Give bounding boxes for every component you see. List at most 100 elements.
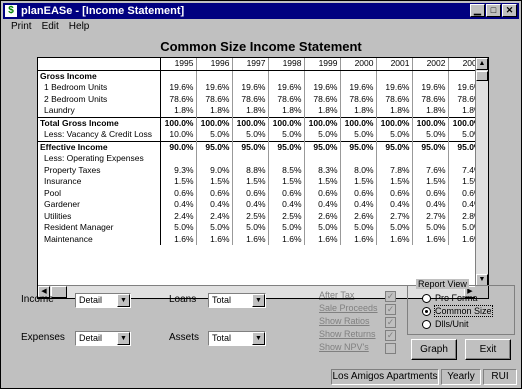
table-row[interactable]: 2 Bedroom Units 78.6% 78.6% 78.6% 78.6% 78.6%…: [38, 93, 485, 105]
option-checkbox[interactable]: ✓: [385, 304, 396, 315]
table-cell[interactable]: 19.6%: [340, 82, 377, 94]
table-cell[interactable]: [160, 153, 197, 165]
table-cell[interactable]: 1.8%: [376, 105, 413, 117]
table-cell[interactable]: 5.0%: [196, 222, 233, 234]
table-cell[interactable]: [376, 70, 413, 82]
table-cell[interactable]: 0.4%: [304, 199, 341, 211]
vertical-scrollbar[interactable]: ▲ ▼: [475, 58, 488, 286]
table-cell[interactable]: 1.8%: [412, 105, 449, 117]
table-cell[interactable]: 0.6%: [160, 187, 197, 199]
table-cell[interactable]: 5.0%: [268, 222, 305, 234]
menu-help[interactable]: Help: [64, 20, 95, 34]
table-cell[interactable]: [196, 70, 233, 82]
table-cell[interactable]: 0.6%: [412, 187, 449, 199]
table-cell[interactable]: 5.0%: [340, 129, 377, 141]
table-cell[interactable]: 1.8%: [340, 105, 377, 117]
table-row[interactable]: Property Taxes 9.3% 9.0% 8.8% 8.5% 8.3% 8.0% 7.…: [38, 164, 485, 176]
scroll-up-icon[interactable]: ▲: [476, 58, 488, 70]
table-cell[interactable]: 100.0%: [160, 116, 197, 129]
table-cell[interactable]: 1.6%: [412, 233, 449, 245]
table-cell[interactable]: 8.8%: [232, 164, 269, 176]
minimize-button[interactable]: ▁: [470, 4, 485, 17]
report-view-radio[interactable]: Pro Forma: [422, 293, 478, 303]
radio-dot-icon[interactable]: [422, 319, 431, 329]
table-cell[interactable]: 2.4%: [196, 210, 233, 222]
table-cell[interactable]: [232, 70, 269, 82]
table-row[interactable]: Utilities 2.4% 2.4% 2.5% 2.5% 2.6% 2.6% 2.7% 2.7…: [38, 210, 485, 222]
table-cell[interactable]: 0.6%: [268, 187, 305, 199]
chevron-down-icon[interactable]: ▼: [252, 332, 265, 345]
menu-edit[interactable]: Edit: [37, 20, 64, 34]
table-cell[interactable]: [304, 70, 341, 82]
assets-select[interactable]: Total ▼: [208, 331, 266, 346]
table-cell[interactable]: 1.8%: [304, 105, 341, 117]
maximize-button[interactable]: □: [486, 4, 501, 17]
table-cell[interactable]: 5.0%: [376, 129, 413, 141]
option-checkbox[interactable]: [385, 343, 396, 354]
table-cell[interactable]: 2.4%: [160, 210, 197, 222]
table-cell[interactable]: 1.6%: [196, 233, 233, 245]
table-cell[interactable]: 1.5%: [340, 176, 377, 188]
table-cell[interactable]: [268, 153, 305, 165]
option-checkbox[interactable]: ✓: [385, 317, 396, 328]
table-cell[interactable]: 1.5%: [376, 176, 413, 188]
table-cell[interactable]: 2.5%: [232, 210, 269, 222]
table-cell[interactable]: 100.0%: [412, 116, 449, 129]
chevron-down-icon[interactable]: ▼: [252, 294, 265, 307]
table-row[interactable]: Total Gross Income 100.0% 100.0% 100.0% 100.…: [38, 116, 485, 129]
table-cell[interactable]: 10.0%: [160, 129, 197, 141]
table-cell[interactable]: 2.6%: [304, 210, 341, 222]
app-icon[interactable]: $: [5, 5, 17, 17]
report-view-radio[interactable]: Dlls/Unit: [422, 319, 469, 329]
chevron-down-icon[interactable]: ▼: [117, 332, 130, 345]
table-cell[interactable]: 95.0%: [376, 140, 413, 153]
table-cell[interactable]: 0.6%: [376, 187, 413, 199]
table-cell[interactable]: 95.0%: [196, 140, 233, 153]
table-cell[interactable]: 0.6%: [340, 187, 377, 199]
table-cell[interactable]: 7.8%: [376, 164, 413, 176]
exit-button[interactable]: Exit: [465, 339, 511, 360]
table-cell[interactable]: 100.0%: [232, 116, 269, 129]
table-cell[interactable]: 1.8%: [232, 105, 269, 117]
expenses-select[interactable]: Detail ▼: [75, 331, 131, 346]
table-cell[interactable]: [268, 70, 305, 82]
table-cell[interactable]: 19.6%: [160, 82, 197, 94]
table-cell[interactable]: [232, 153, 269, 165]
loans-select[interactable]: Total ▼: [208, 293, 266, 308]
table-cell[interactable]: [412, 153, 449, 165]
table-row[interactable]: Gardener 0.4% 0.4% 0.4% 0.4% 0.4% 0.4% 0.4% 0.4%…: [38, 199, 485, 211]
table-cell[interactable]: 78.6%: [268, 93, 305, 105]
table-cell[interactable]: 2.6%: [340, 210, 377, 222]
table-row[interactable]: Gross Income: [38, 70, 485, 82]
table-cell[interactable]: 5.0%: [268, 129, 305, 141]
table-cell[interactable]: 0.4%: [160, 199, 197, 211]
table-cell[interactable]: 95.0%: [268, 140, 305, 153]
table-cell[interactable]: 1.6%: [268, 233, 305, 245]
table-cell[interactable]: 19.6%: [196, 82, 233, 94]
table-cell[interactable]: 5.0%: [340, 222, 377, 234]
table-cell[interactable]: 1.5%: [232, 176, 269, 188]
table-cell[interactable]: 1.5%: [196, 176, 233, 188]
table-cell[interactable]: 100.0%: [376, 116, 413, 129]
table-cell[interactable]: 95.0%: [340, 140, 377, 153]
table-cell[interactable]: 5.0%: [160, 222, 197, 234]
radio-dot-icon[interactable]: [422, 293, 431, 303]
table-cell[interactable]: 9.0%: [196, 164, 233, 176]
table-row[interactable]: Less: Vacancy & Credit Loss 10.0% 5.0% 5.0%…: [38, 129, 485, 141]
table-cell[interactable]: 100.0%: [268, 116, 305, 129]
table-cell[interactable]: [376, 153, 413, 165]
table-cell[interactable]: [160, 70, 197, 82]
menu-print[interactable]: Print: [3, 20, 37, 34]
table-cell[interactable]: 1.5%: [268, 176, 305, 188]
table-cell[interactable]: 2.7%: [412, 210, 449, 222]
table-cell[interactable]: 78.6%: [340, 93, 377, 105]
table-row[interactable]: Insurance 1.5% 1.5% 1.5% 1.5% 1.5% 1.5% 1.5% 1.5…: [38, 176, 485, 188]
table-cell[interactable]: 9.3%: [160, 164, 197, 176]
table-row[interactable]: Effective Income 90.0% 95.0% 95.0% 95.0% 95.0…: [38, 140, 485, 153]
table-cell[interactable]: 1.8%: [268, 105, 305, 117]
table-cell[interactable]: 0.4%: [268, 199, 305, 211]
table-cell[interactable]: 0.4%: [340, 199, 377, 211]
table-row[interactable]: 1 Bedroom Units 19.6% 19.6% 19.6% 19.6% 19.6%…: [38, 82, 485, 94]
table-cell[interactable]: 8.0%: [340, 164, 377, 176]
table-cell[interactable]: 78.6%: [196, 93, 233, 105]
